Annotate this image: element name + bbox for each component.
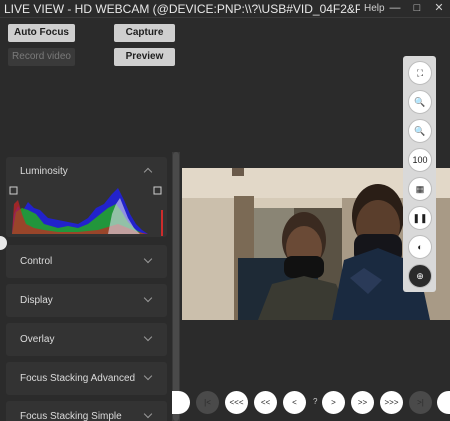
crosshair-icon: ⊕ xyxy=(416,271,424,281)
zoom-100-label: 100 xyxy=(412,155,428,165)
zoom-in-button[interactable]: 🔍 xyxy=(408,119,432,143)
window-title: LIVE VIEW - HD WEBCAM (@DEVICE:PNP:\\?\U… xyxy=(4,2,360,16)
nav-partial-button[interactable] xyxy=(172,391,190,414)
focus-stacking-advanced-panel[interactable]: Focus Stacking Advanced xyxy=(6,362,167,395)
title-bar: LIVE VIEW - HD WEBCAM (@DEVICE:PNP:\\?\U… xyxy=(0,0,450,18)
preview-button[interactable]: Preview xyxy=(114,48,175,66)
chevron-down-icon[interactable] xyxy=(143,332,153,342)
nav-forward-more-button[interactable]: >> xyxy=(351,391,374,414)
nav-back-many-button[interactable]: <<< xyxy=(225,391,248,414)
pause-button[interactable]: ❚❚ xyxy=(408,206,432,230)
scrollbar-thumb[interactable] xyxy=(173,152,179,421)
control-panel[interactable]: Control xyxy=(6,245,167,278)
zoom-100-button[interactable]: 100 xyxy=(408,148,432,172)
zoom-in-icon: 🔍 xyxy=(414,126,426,136)
chevron-down-icon[interactable] xyxy=(143,409,153,419)
focus-stacking-simple-panel[interactable]: Focus Stacking Simple xyxy=(6,401,167,421)
control-label: Control xyxy=(20,256,53,267)
color-balance-icon: ◐ xyxy=(417,242,423,252)
color-button[interactable]: ◐ xyxy=(408,235,432,259)
luminosity-histogram xyxy=(8,184,166,236)
record-video-button[interactable]: Record video xyxy=(8,48,75,66)
pause-icon: ❚❚ xyxy=(412,213,428,223)
nav-back-button[interactable]: < xyxy=(283,391,306,414)
help-link[interactable]: Help xyxy=(364,3,385,14)
crosshair-button[interactable]: ⊕ xyxy=(408,264,432,288)
fullscreen-icon: ⛶ xyxy=(416,68,424,78)
overlay-label: Overlay xyxy=(20,334,55,345)
minimize-button[interactable]: — xyxy=(388,1,402,15)
overlay-panel[interactable]: Overlay xyxy=(6,323,167,356)
nav-back-more-button[interactable]: << xyxy=(254,391,277,414)
nav-last-button[interactable]: >| xyxy=(409,391,432,414)
chevron-down-icon[interactable] xyxy=(143,371,153,381)
capture-button[interactable]: Capture xyxy=(114,24,175,42)
close-button[interactable]: ✕ xyxy=(432,1,446,15)
grid-icon: ▦ xyxy=(415,184,425,194)
zoom-out-button[interactable]: 🔍 xyxy=(408,90,432,114)
fit-to-window-button[interactable]: ⛶ xyxy=(408,61,432,85)
nav-forward-many-button[interactable]: >>> xyxy=(380,391,403,414)
auto-focus-button[interactable]: Auto Focus xyxy=(8,24,75,42)
maximize-button[interactable]: □ xyxy=(410,1,424,15)
nav-partial-right-button[interactable] xyxy=(437,391,450,414)
luminosity-label: Luminosity xyxy=(20,166,68,177)
focus-stacking-advanced-label: Focus Stacking Advanced xyxy=(20,373,136,384)
nav-position-label: ? xyxy=(313,397,318,406)
chevron-down-icon[interactable] xyxy=(143,254,153,264)
zoom-out-icon: 🔍 xyxy=(414,97,426,107)
chevron-down-icon[interactable] xyxy=(143,293,153,303)
nav-first-button[interactable]: |< xyxy=(196,391,219,414)
view-toolbar: ⛶ 🔍 🔍 100 ▦ ❚❚ ◐ ⊕ xyxy=(403,56,436,292)
panel-scrollbar[interactable] xyxy=(172,152,180,421)
display-label: Display xyxy=(20,295,53,306)
display-panel[interactable]: Display xyxy=(6,284,167,317)
nav-forward-button[interactable]: > xyxy=(322,391,345,414)
grid-button[interactable]: ▦ xyxy=(408,177,432,201)
focus-stacking-simple-label: Focus Stacking Simple xyxy=(20,411,122,421)
chevron-up-icon[interactable] xyxy=(143,167,153,177)
